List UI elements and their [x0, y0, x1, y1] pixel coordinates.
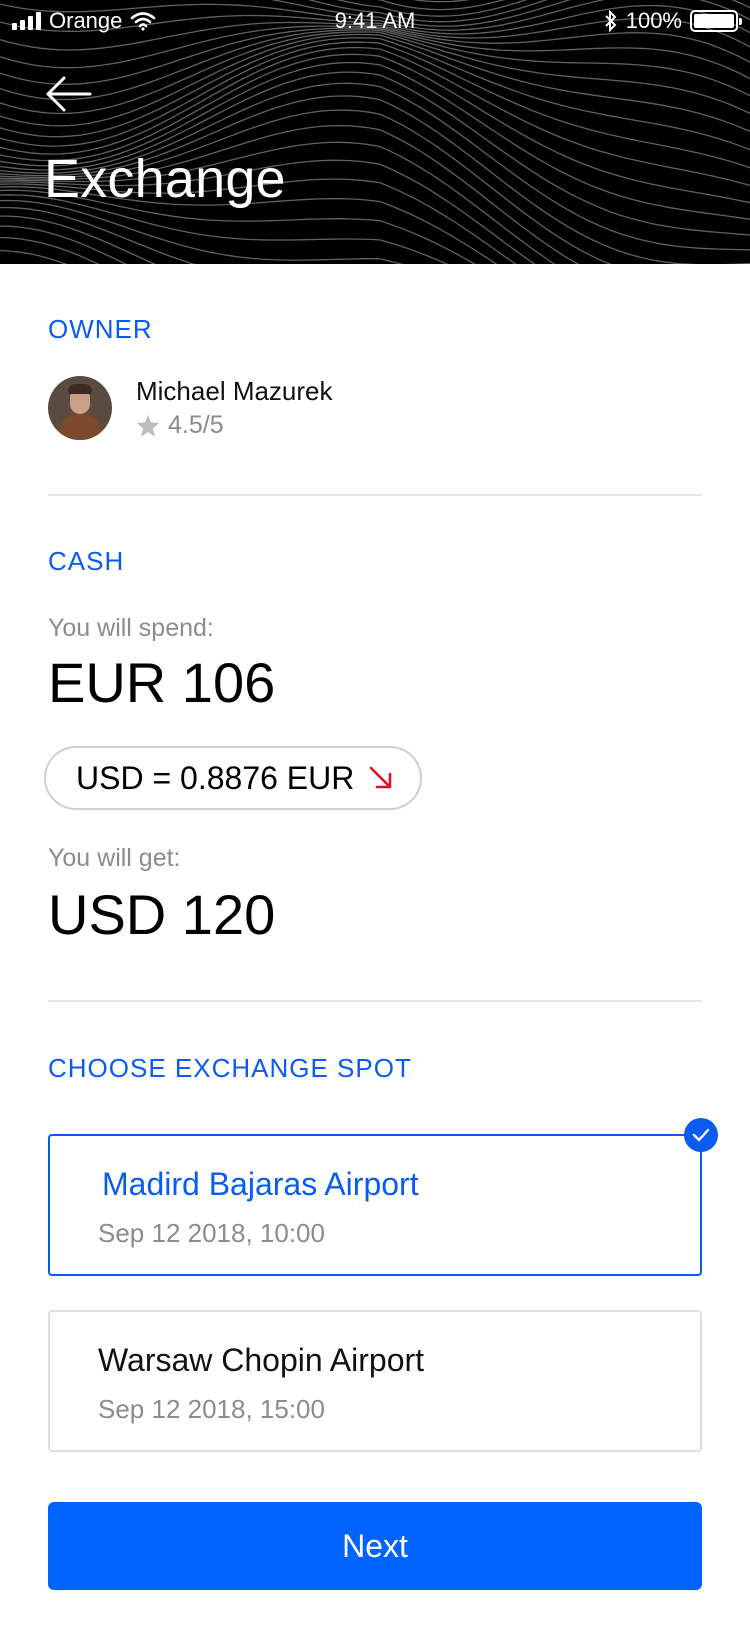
spot-name: Warsaw Chopin Airport — [98, 1342, 425, 1378]
page-title: Exchange — [44, 149, 286, 209]
spot-option-warsaw[interactable]: Warsaw Chopin Airport Sep 12 2018, 15:00 — [48, 1310, 702, 1452]
next-button[interactable]: Next — [48, 1502, 702, 1590]
star-icon — [137, 415, 159, 437]
battery-icon — [690, 10, 742, 32]
battery-percent: 100% — [625, 8, 682, 33]
exchange-rate-pill[interactable]: USD = 0.8876 EUR — [44, 746, 423, 810]
owner-name: Michael Mazurek — [136, 376, 333, 406]
arrow-left-icon — [46, 76, 92, 112]
divider — [48, 1000, 702, 1002]
header: Orange 9:41 AM 100% Exchange — [0, 0, 750, 264]
owner-rating: 4.5/5 — [136, 411, 333, 440]
get-label: You will get: — [48, 844, 181, 872]
spot-name: Madird Bajaras Airport — [102, 1166, 419, 1202]
spend-label: You will spend: — [48, 614, 214, 642]
checkmark-icon — [684, 1118, 718, 1152]
spot-time: Sep 12 2018, 10:00 — [98, 1218, 325, 1248]
trend-down-icon — [370, 766, 392, 789]
back-button[interactable] — [44, 74, 94, 114]
spot-time: Sep 12 2018, 15:00 — [98, 1394, 325, 1424]
get-amount: USD 120 — [48, 883, 276, 946]
cash-section-label: CASH — [48, 546, 125, 576]
spot-option-madrid[interactable]: Madird Bajaras Airport Sep 12 2018, 10:0… — [48, 1118, 718, 1276]
owner-section-label: OWNER — [48, 314, 153, 344]
spot-section-label: CHOOSE EXCHANGE SPOT — [48, 1053, 412, 1083]
rating-value: 4.5/5 — [168, 411, 224, 439]
exchange-screen: Orange 9:41 AM 100% Exchange OWNER Micha… — [0, 0, 750, 1644]
avatar — [48, 376, 112, 440]
spend-amount: EUR 106 — [48, 651, 276, 714]
status-bar: Orange 9:41 AM 100% — [0, 0, 750, 44]
exchange-rate: USD = 0.8876 EUR — [76, 759, 355, 796]
divider — [48, 494, 702, 496]
owner-card: Michael Mazurek 4.5/5 — [48, 376, 333, 440]
bluetooth-icon — [605, 10, 617, 32]
